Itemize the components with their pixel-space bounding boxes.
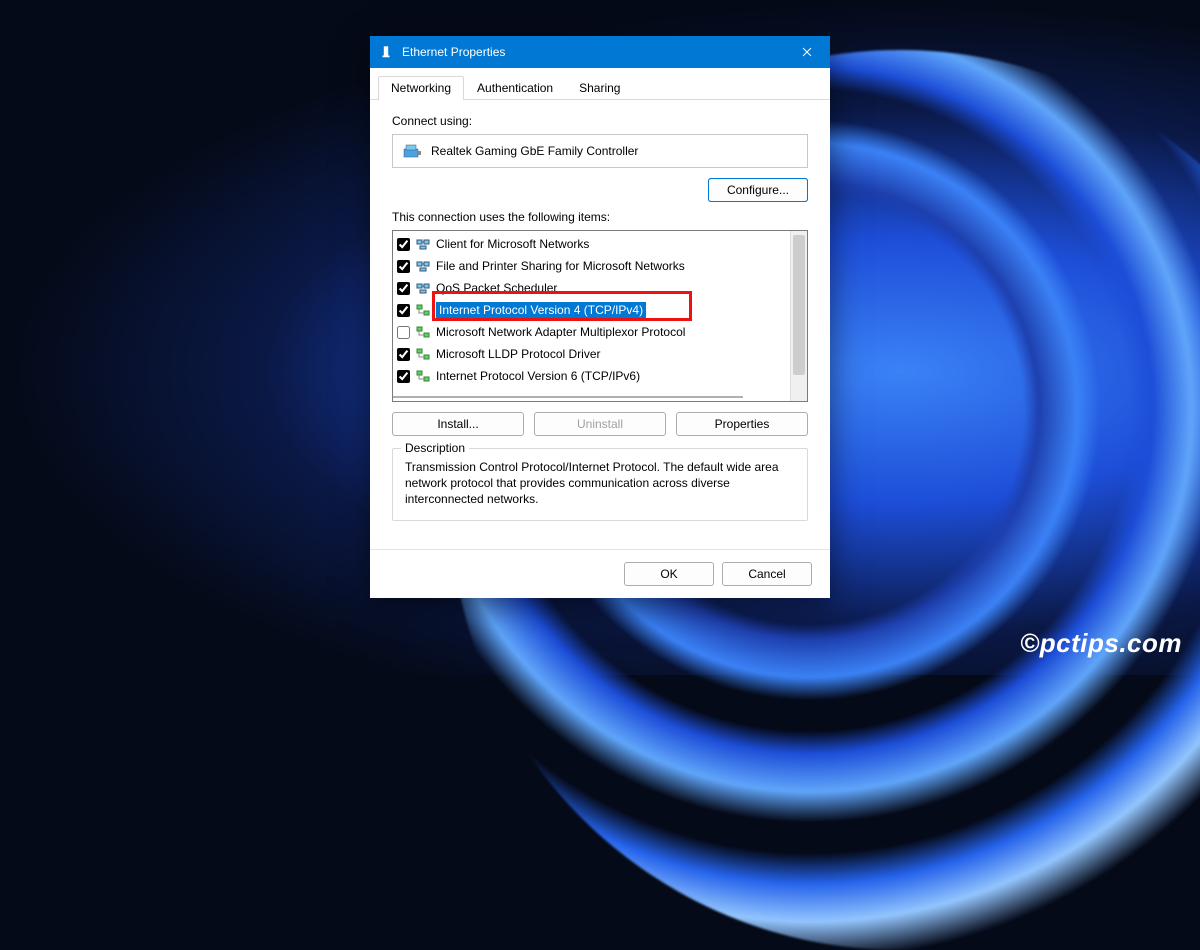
install-button[interactable]: Install... xyxy=(392,412,524,436)
list-item[interactable]: Microsoft LLDP Protocol Driver xyxy=(393,343,790,365)
item-checkbox[interactable] xyxy=(397,326,410,339)
item-label: Microsoft Network Adapter Multiplexor Pr… xyxy=(436,325,685,339)
ok-button[interactable]: OK xyxy=(624,562,714,586)
list-item[interactable]: Internet Protocol Version 4 (TCP/IPv4) xyxy=(393,299,790,321)
titlebar[interactable]: Ethernet Properties xyxy=(370,36,830,68)
protocol-icon xyxy=(414,324,432,340)
item-label: QoS Packet Scheduler xyxy=(436,281,557,295)
item-label: Client for Microsoft Networks xyxy=(436,237,589,251)
list-item[interactable]: Microsoft Network Adapter Multiplexor Pr… xyxy=(393,321,790,343)
items-list-inner[interactable]: Client for Microsoft Networks File and Pr… xyxy=(393,231,790,401)
list-item[interactable]: File and Printer Sharing for Microsoft N… xyxy=(393,255,790,277)
properties-button[interactable]: Properties xyxy=(676,412,808,436)
tab-authentication[interactable]: Authentication xyxy=(464,76,566,99)
configure-button[interactable]: Configure... xyxy=(708,178,808,202)
item-label: File and Printer Sharing for Microsoft N… xyxy=(436,259,685,273)
tab-sharing[interactable]: Sharing xyxy=(566,76,633,99)
item-checkbox[interactable] xyxy=(397,304,410,317)
description-legend: Description xyxy=(401,441,469,455)
cancel-button[interactable]: Cancel xyxy=(722,562,812,586)
scrollbar-thumb[interactable] xyxy=(793,235,805,375)
protocol-icon xyxy=(414,258,432,274)
network-card-icon xyxy=(403,143,423,159)
watermark-text: ©pctips.com xyxy=(1020,628,1182,659)
scrollbar[interactable] xyxy=(790,231,807,401)
window-title: Ethernet Properties xyxy=(402,45,784,59)
protocol-icon xyxy=(414,236,432,252)
dialog-footer: OK Cancel xyxy=(370,549,830,598)
tab-networking[interactable]: Networking xyxy=(378,76,464,99)
connection-items-list: Client for Microsoft Networks File and Pr… xyxy=(392,230,808,402)
horizontal-scroll-indicator xyxy=(393,396,743,398)
item-checkbox[interactable] xyxy=(397,238,410,251)
adapter-field[interactable]: Realtek Gaming GbE Family Controller xyxy=(392,134,808,168)
item-checkbox[interactable] xyxy=(397,370,410,383)
item-label: Internet Protocol Version 6 (TCP/IPv6) xyxy=(436,369,640,383)
item-label: Internet Protocol Version 4 (TCP/IPv4) xyxy=(436,302,646,318)
protocol-icon xyxy=(414,302,432,318)
item-checkbox[interactable] xyxy=(397,260,410,273)
list-item[interactable]: Internet Protocol Version 6 (TCP/IPv6) xyxy=(393,365,790,387)
items-label: This connection uses the following items… xyxy=(392,210,808,224)
description-group: Description Transmission Control Protoco… xyxy=(392,448,808,521)
description-text: Transmission Control Protocol/Internet P… xyxy=(405,459,795,508)
tab-strip: Networking Authentication Sharing xyxy=(370,68,830,100)
item-checkbox[interactable] xyxy=(397,282,410,295)
list-item[interactable]: QoS Packet Scheduler xyxy=(393,277,790,299)
protocol-icon xyxy=(414,346,432,362)
close-button[interactable] xyxy=(784,36,830,68)
item-label: Microsoft LLDP Protocol Driver xyxy=(436,347,601,361)
protocol-icon xyxy=(414,368,432,384)
network-adapter-icon xyxy=(378,44,394,60)
protocol-icon xyxy=(414,280,432,296)
dialog-body: Connect using: Realtek Gaming GbE Family… xyxy=(370,100,830,549)
ethernet-properties-dialog: Ethernet Properties Networking Authentic… xyxy=(370,36,830,598)
connect-using-label: Connect using: xyxy=(392,114,808,128)
uninstall-button: Uninstall xyxy=(534,412,666,436)
list-item[interactable]: Client for Microsoft Networks xyxy=(393,233,790,255)
adapter-name: Realtek Gaming GbE Family Controller xyxy=(431,144,638,158)
item-checkbox[interactable] xyxy=(397,348,410,361)
